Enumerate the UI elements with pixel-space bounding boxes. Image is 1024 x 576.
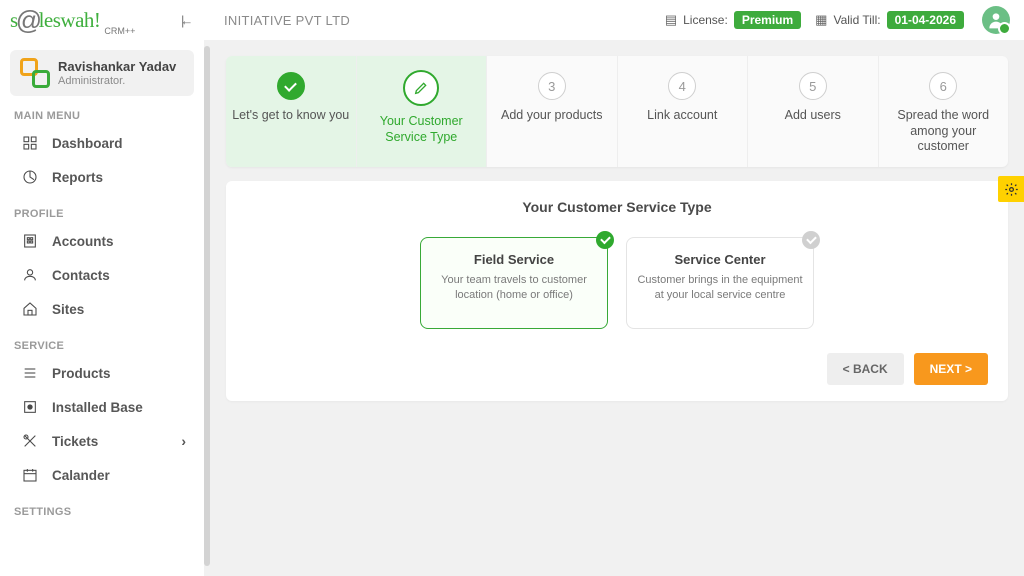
option-service-center[interactable]: Service Center Customer brings in the eq…: [626, 237, 814, 329]
settings-gear-tab[interactable]: [998, 176, 1024, 202]
contacts-icon: [22, 267, 38, 283]
nav-sites[interactable]: Sites: [0, 292, 204, 326]
option-group: Field Service Your team travels to custo…: [246, 237, 988, 329]
nav-reports[interactable]: Reports: [0, 160, 204, 194]
step-1[interactable]: Let's get to know you: [226, 56, 357, 167]
calendar-icon: ▦: [815, 12, 827, 28]
installed-base-icon: [22, 399, 38, 415]
logo-subtitle: CRM++: [104, 26, 135, 36]
license-badge: Premium: [734, 11, 801, 29]
option-desc: Your team travels to customer location (…: [431, 273, 597, 303]
nav-label: Accounts: [52, 234, 114, 249]
step-number: 6: [929, 72, 957, 100]
next-button[interactable]: NEXT >: [914, 353, 988, 385]
nav-label: Installed Base: [52, 400, 143, 415]
calendar-icon: [22, 467, 38, 483]
user-role: Administrator.: [58, 75, 176, 87]
step-label: Let's get to know you: [232, 108, 349, 124]
section-profile: PROFILE: [14, 208, 204, 220]
section-service: SERVICE: [14, 340, 204, 352]
valid-till-label: Valid Till:: [833, 13, 880, 27]
reports-icon: [22, 169, 38, 185]
nav-dashboard[interactable]: Dashboard: [0, 126, 204, 160]
sites-icon: [22, 301, 38, 317]
main-content: Let's get to know you Your Customer Serv…: [204, 40, 1024, 576]
logo-text: s@leswah!: [10, 7, 100, 33]
option-desc: Customer brings in the equipment at your…: [637, 273, 803, 303]
user-avatar-icon: [20, 58, 50, 88]
products-icon: [22, 365, 38, 381]
step-label: Add users: [785, 108, 841, 124]
accounts-icon: [22, 233, 38, 249]
tickets-icon: [22, 433, 38, 449]
check-icon: [277, 72, 305, 100]
sidebar: s@leswah! CRM++ |← Ravishankar Yadav Adm…: [0, 0, 204, 576]
user-card[interactable]: Ravishankar Yadav Administrator.: [10, 50, 194, 96]
step-label: Link account: [647, 108, 717, 124]
step-label: Add your products: [501, 108, 602, 124]
step-6[interactable]: 6 Spread the word among your customer: [879, 56, 1009, 167]
check-icon: [802, 231, 820, 249]
card-title: Your Customer Service Type: [246, 199, 988, 215]
nav-label: Sites: [52, 302, 84, 317]
nav-label: Contacts: [52, 268, 110, 283]
check-icon: [596, 231, 614, 249]
chevron-right-icon: ›: [181, 433, 186, 449]
valid-till-badge: 01-04-2026: [887, 11, 964, 29]
nav-label: Tickets: [52, 434, 98, 449]
option-title: Field Service: [431, 252, 597, 267]
header-right: ▤ License: Premium ▦ Valid Till: 01-04-2…: [665, 6, 1010, 34]
step-number: 4: [668, 72, 696, 100]
step-5[interactable]: 5 Add users: [748, 56, 879, 167]
card-footer: < BACK NEXT >: [246, 353, 988, 385]
nav-tickets[interactable]: Tickets ›: [0, 424, 204, 458]
step-number: 5: [799, 72, 827, 100]
nav-label: Dashboard: [52, 136, 123, 151]
step-label: Spread the word among your customer: [885, 108, 1003, 155]
section-settings: SETTINGS: [14, 506, 204, 518]
company-name: INITIATIVE PVT LTD: [224, 13, 350, 28]
section-main-menu: MAIN MENU: [14, 110, 204, 122]
nav-label: Reports: [52, 170, 103, 185]
nav-calander[interactable]: Calander: [0, 458, 204, 492]
step-3[interactable]: 3 Add your products: [487, 56, 618, 167]
nav-contacts[interactable]: Contacts: [0, 258, 204, 292]
step-2[interactable]: Your Customer Service Type: [357, 56, 488, 167]
nav-label: Calander: [52, 468, 110, 483]
app-logo: s@leswah! CRM++ |←: [0, 0, 204, 40]
gear-icon: [1004, 182, 1019, 197]
nav-accounts[interactable]: Accounts: [0, 224, 204, 258]
option-field-service[interactable]: Field Service Your team travels to custo…: [420, 237, 608, 329]
profile-avatar[interactable]: [982, 6, 1010, 34]
nav-products[interactable]: Products: [0, 356, 204, 390]
nav-installed-base[interactable]: Installed Base: [0, 390, 204, 424]
dashboard-icon: [22, 135, 38, 151]
collapse-sidebar-icon[interactable]: |←: [181, 13, 190, 28]
step-label: Your Customer Service Type: [363, 114, 481, 145]
nav-label: Products: [52, 366, 111, 381]
service-type-card: Your Customer Service Type Field Service…: [226, 181, 1008, 401]
license-icon: ▤: [665, 12, 677, 28]
back-button[interactable]: < BACK: [827, 353, 904, 385]
step-number: 3: [538, 72, 566, 100]
user-name: Ravishankar Yadav: [58, 59, 176, 75]
header: INITIATIVE PVT LTD ▤ License: Premium ▦ …: [204, 0, 1024, 40]
option-title: Service Center: [637, 252, 803, 267]
edit-icon: [403, 70, 439, 106]
license-label: License:: [683, 13, 728, 27]
step-4[interactable]: 4 Link account: [618, 56, 749, 167]
onboarding-stepper: Let's get to know you Your Customer Serv…: [226, 56, 1008, 167]
